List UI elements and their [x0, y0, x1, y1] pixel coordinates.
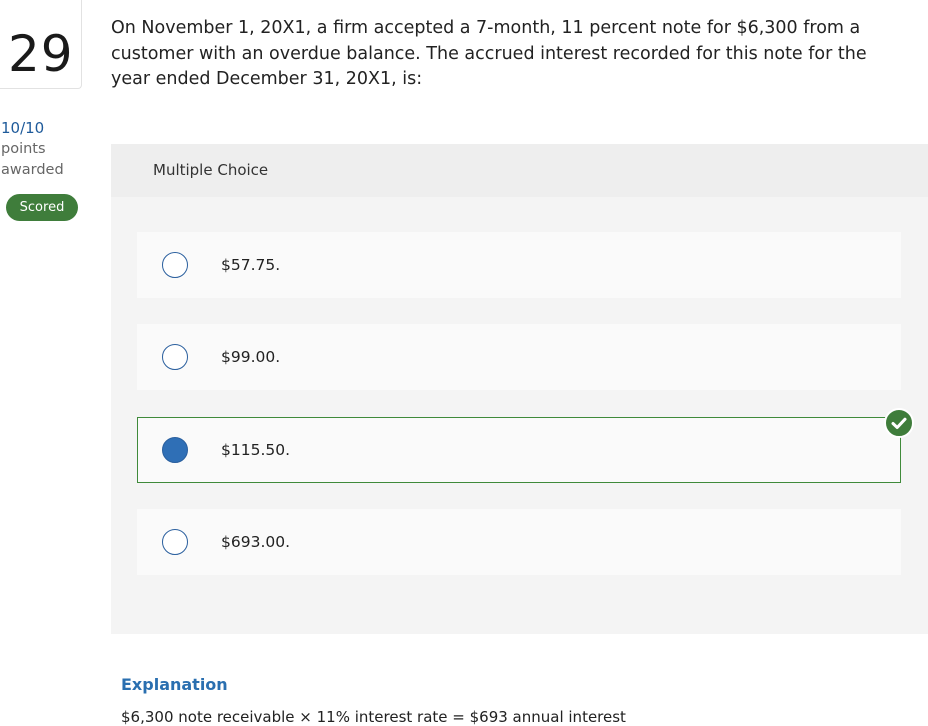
question-text: On November 1, 20X1, a firm accepted a 7…	[111, 18, 867, 89]
question-number: 29	[8, 25, 74, 83]
choice-option-d[interactable]: $693.00.	[137, 509, 901, 575]
question-number-box: 29	[0, 0, 82, 89]
awarded-label: awarded	[1, 162, 64, 178]
score-summary: 10/10 points awarded	[1, 118, 64, 181]
choice-option-b[interactable]: $99.00.	[137, 324, 901, 390]
correct-check-icon	[884, 408, 914, 438]
multiple-choice-label: Multiple Choice	[153, 161, 269, 179]
radio-button[interactable]	[162, 344, 188, 370]
scored-badge: Scored	[6, 194, 78, 221]
choice-text: $99.00.	[221, 348, 281, 366]
explanation-title: Explanation	[121, 675, 228, 694]
choice-text: $693.00.	[221, 533, 291, 551]
points-value: 10/10	[1, 119, 45, 137]
radio-button[interactable]	[162, 252, 188, 278]
choice-text: $115.50.	[221, 441, 291, 459]
choice-option-c[interactable]: $115.50.	[137, 408, 914, 483]
radio-button[interactable]	[162, 529, 188, 555]
multiple-choice-panel: Multiple Choice $57.75. $99.00. $115.50.…	[111, 144, 928, 634]
choice-option-a[interactable]: $57.75.	[137, 232, 901, 298]
points-label: points	[1, 141, 46, 157]
explanation-text: $6,300 note receivable × 11% interest ra…	[121, 708, 626, 726]
multiple-choice-header: Multiple Choice	[111, 144, 928, 197]
choice-text: $57.75.	[221, 256, 281, 274]
radio-button-selected[interactable]	[162, 437, 188, 463]
